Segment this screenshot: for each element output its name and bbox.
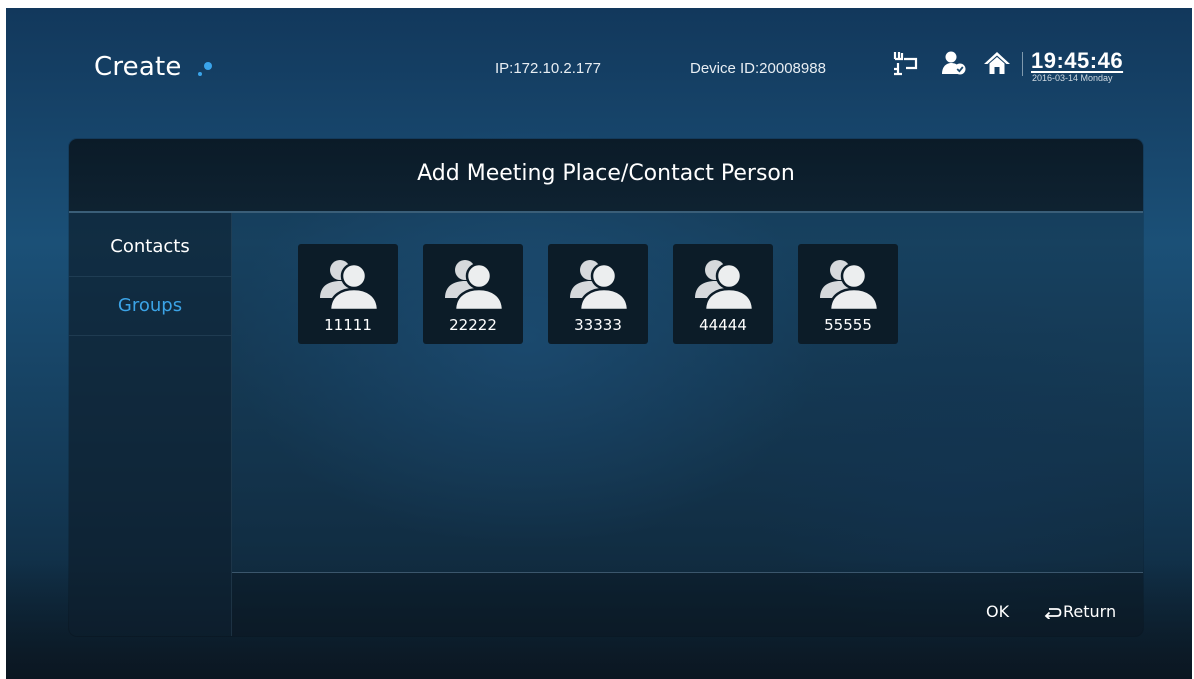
sidebar-item-groups[interactable]: Groups	[69, 277, 231, 336]
clock-date: 2016-03-14 Monday	[1032, 73, 1113, 83]
home-icon[interactable]	[983, 50, 1011, 76]
app-logo: Create	[94, 52, 212, 82]
group-tile[interactable]: 44444	[673, 244, 773, 344]
status-separator	[1022, 52, 1023, 76]
return-icon	[1044, 608, 1062, 619]
footer-divider	[232, 572, 1143, 573]
screen: Create IP:172.10.2.177 Device ID:2000898…	[6, 8, 1192, 679]
logo-text: Create	[94, 52, 182, 82]
add-contact-panel: Add Meeting Place/Contact Person Contact…	[69, 139, 1143, 636]
sidebar: Contacts Groups	[69, 213, 232, 636]
group-icon	[320, 260, 380, 312]
group-name: 11111	[324, 316, 372, 334]
user-status-icon	[942, 51, 966, 75]
group-name: 33333	[574, 316, 622, 334]
return-button[interactable]: Return	[1044, 602, 1116, 621]
group-tile[interactable]: 22222	[423, 244, 523, 344]
network-icon	[893, 52, 918, 76]
group-icon	[820, 260, 880, 312]
sidebar-item-contacts[interactable]: Contacts	[69, 218, 231, 277]
group-name: 44444	[699, 316, 747, 334]
return-label: Return	[1063, 602, 1117, 621]
device-id: Device ID:20008988	[690, 60, 826, 77]
group-tile[interactable]: 11111	[298, 244, 398, 344]
group-tile[interactable]: 33333	[548, 244, 648, 344]
panel-header: Add Meeting Place/Contact Person	[69, 139, 1143, 213]
ok-button[interactable]: OK	[986, 602, 1009, 621]
panel-title: Add Meeting Place/Contact Person	[417, 161, 795, 186]
group-icon	[445, 260, 505, 312]
group-icon	[570, 260, 630, 312]
group-icon	[695, 260, 755, 312]
logo-dots-icon	[197, 62, 213, 78]
group-tile[interactable]: 55555	[798, 244, 898, 344]
clock-time: 19:45:46	[1031, 48, 1124, 73]
group-name: 55555	[824, 316, 872, 334]
group-name: 22222	[449, 316, 497, 334]
ip-address: IP:172.10.2.177	[495, 60, 601, 77]
